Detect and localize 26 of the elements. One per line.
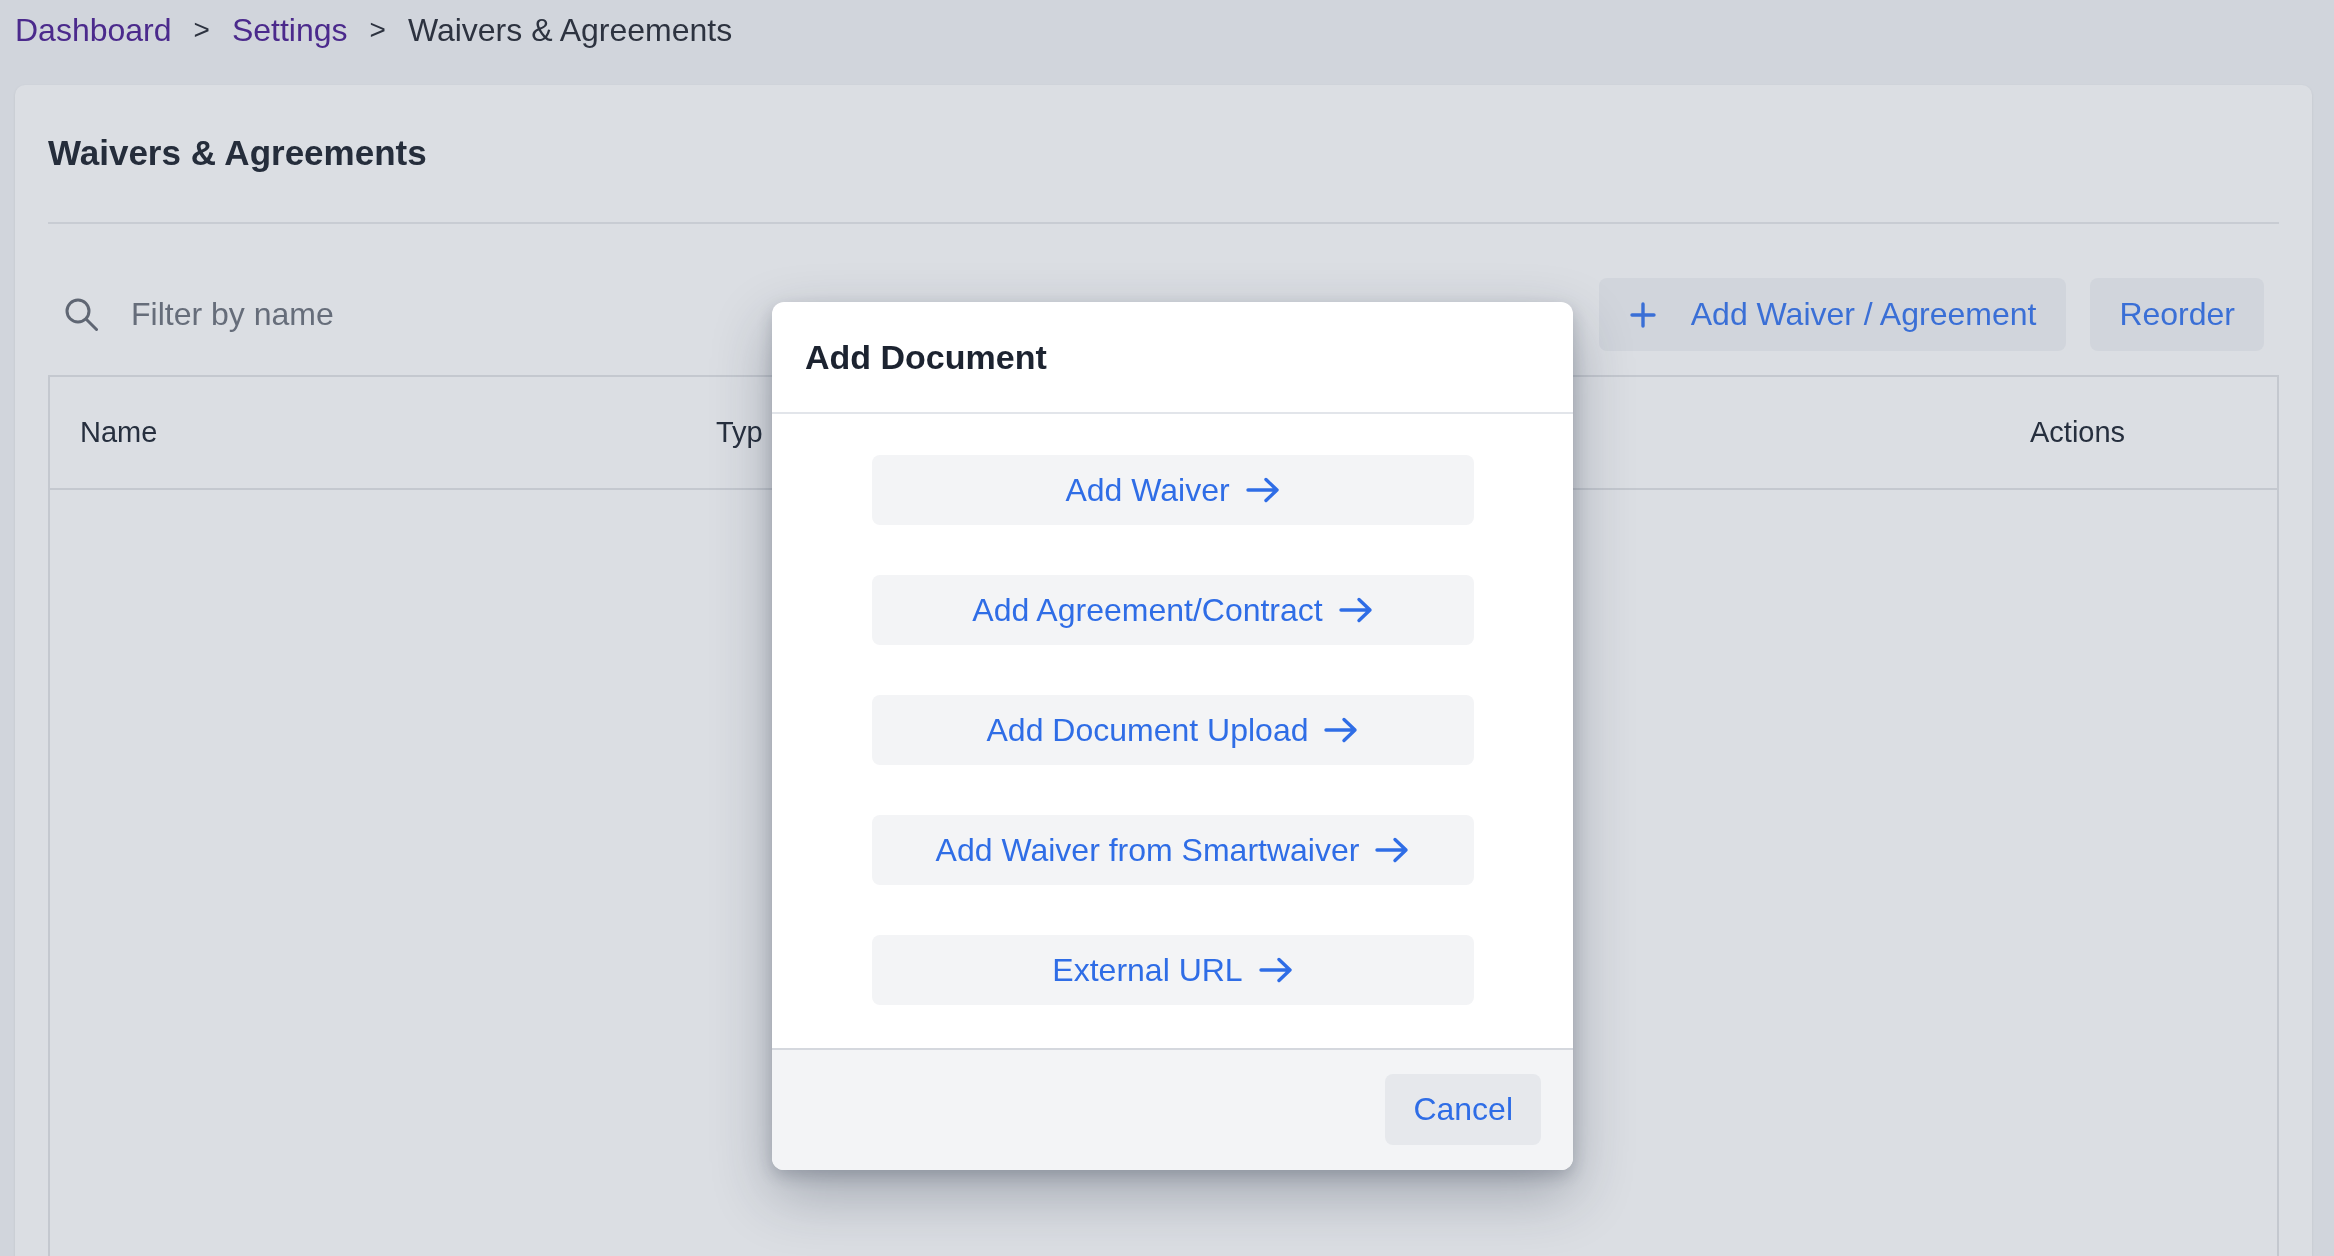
breadcrumb-link[interactable]: Dashboard [15, 10, 172, 50]
arrow-right-icon [1245, 477, 1280, 503]
reorder-button[interactable]: Reorder [2090, 278, 2264, 351]
option-button[interactable]: Add Waiver [871, 455, 1474, 525]
breadcrumb-separator: > [368, 13, 387, 47]
arrow-right-icon [1324, 717, 1359, 743]
column-header: Typ [716, 416, 763, 449]
arrow-right-icon [1375, 837, 1410, 863]
option-button[interactable]: Add Agreement/Contract [871, 575, 1474, 645]
add-button[interactable]: Add Waiver / Agreement [1598, 278, 2067, 351]
plus-icon [1629, 301, 1656, 328]
search-icon [65, 298, 98, 331]
breadcrumb-separator: > [192, 13, 211, 47]
arrow-right-icon [1338, 597, 1373, 623]
column-header: Actions [2030, 416, 2126, 449]
dialog-title: Add Document [805, 337, 1047, 377]
search-field[interactable]: Filter by name [131, 292, 591, 337]
arrow-right-icon [1258, 957, 1293, 983]
page-title: Waivers & Agreements [48, 133, 427, 173]
breadcrumb-current: Waivers & Agreements [407, 10, 733, 50]
option-button[interactable]: External URL [871, 935, 1474, 1005]
column-header: Name [80, 416, 158, 449]
breadcrumb-link[interactable]: Settings [231, 10, 348, 50]
cancel-button[interactable]: Cancel [1385, 1074, 1541, 1145]
option-button[interactable]: Add Waiver from Smartwaiver [871, 815, 1474, 885]
option-button[interactable]: Add Document Upload [871, 695, 1474, 765]
